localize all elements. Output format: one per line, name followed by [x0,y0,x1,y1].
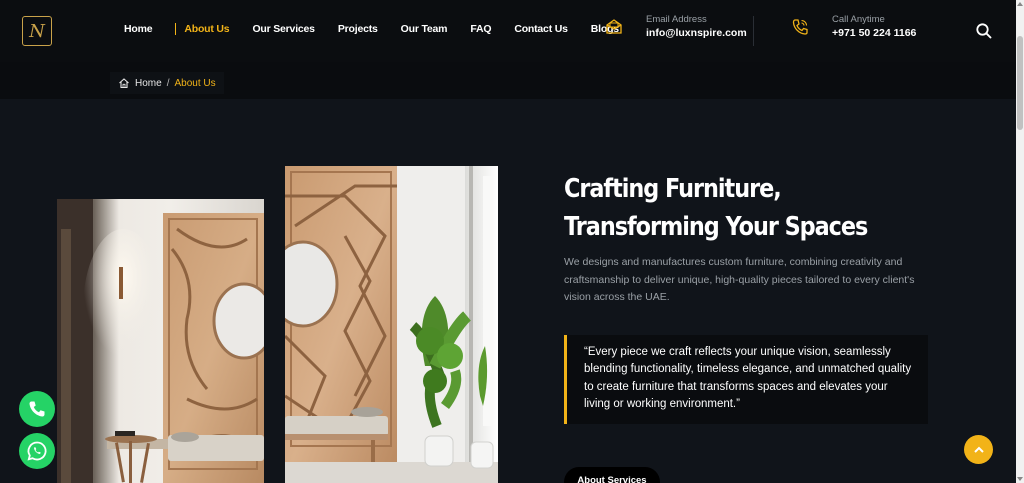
phone-value[interactable]: +971 50 224 1166 [832,26,916,40]
search-icon [976,23,992,39]
nav-about-us[interactable]: About Us [175,23,230,35]
breadcrumb-separator: / [166,77,170,89]
site-logo[interactable]: N [22,16,52,46]
nav-projects[interactable]: Projects [338,23,378,35]
interior-image-right [285,166,498,483]
about-services-button[interactable]: About Services [564,467,660,483]
floating-whatsapp-button[interactable] [19,433,55,469]
breadcrumb-current: About Us [174,77,216,89]
email-contact[interactable]: Email Address info@luxnspire.com [604,14,747,40]
floating-call-button[interactable] [19,391,55,427]
page: N Home About Us Our Services Projects Ou… [0,0,1024,483]
breadcrumb: Home / About Us [110,72,224,94]
scroll-to-top-button[interactable] [964,435,993,464]
nav-our-services[interactable]: Our Services [252,23,315,35]
nav-faq[interactable]: FAQ [470,23,491,35]
email-label: Email Address [646,14,707,25]
chevron-up-icon [973,446,984,453]
main-nav: Home About Us Our Services Projects Our … [124,23,642,35]
nav-home[interactable]: Home [124,23,153,35]
scroll-down-arrow[interactable] [1017,477,1023,481]
phone-icon [790,17,810,37]
email-icon [604,17,624,37]
home-icon [119,78,129,89]
breadcrumb-bar: Home / About Us [0,62,1016,99]
interior-image-left [57,199,264,483]
header-divider [753,16,754,46]
scroll-up-arrow[interactable] [1017,2,1023,6]
phone-label: Call Anytime [832,14,885,25]
whatsapp-icon [27,441,47,461]
email-value[interactable]: info@luxnspire.com [646,26,747,40]
section-description: We designs and manufactures custom furni… [564,256,915,303]
section-title: Crafting Furniture, Transforming Your Sp… [564,174,868,242]
nav-our-team[interactable]: Our Team [401,23,448,35]
phone-contact[interactable]: Call Anytime +971 50 224 1166 [790,14,916,40]
phone-icon [29,401,45,417]
search-button[interactable] [974,21,994,41]
scrollbar-thumb[interactable] [1017,36,1023,130]
page-scrollbar[interactable] [1016,0,1024,483]
site-header: N Home About Us Our Services Projects Ou… [0,0,1016,62]
nav-contact-us[interactable]: Contact Us [514,23,568,35]
breadcrumb-home[interactable]: Home [135,78,162,89]
quote-block: “Every piece we craft reflects your uniq… [564,335,928,424]
